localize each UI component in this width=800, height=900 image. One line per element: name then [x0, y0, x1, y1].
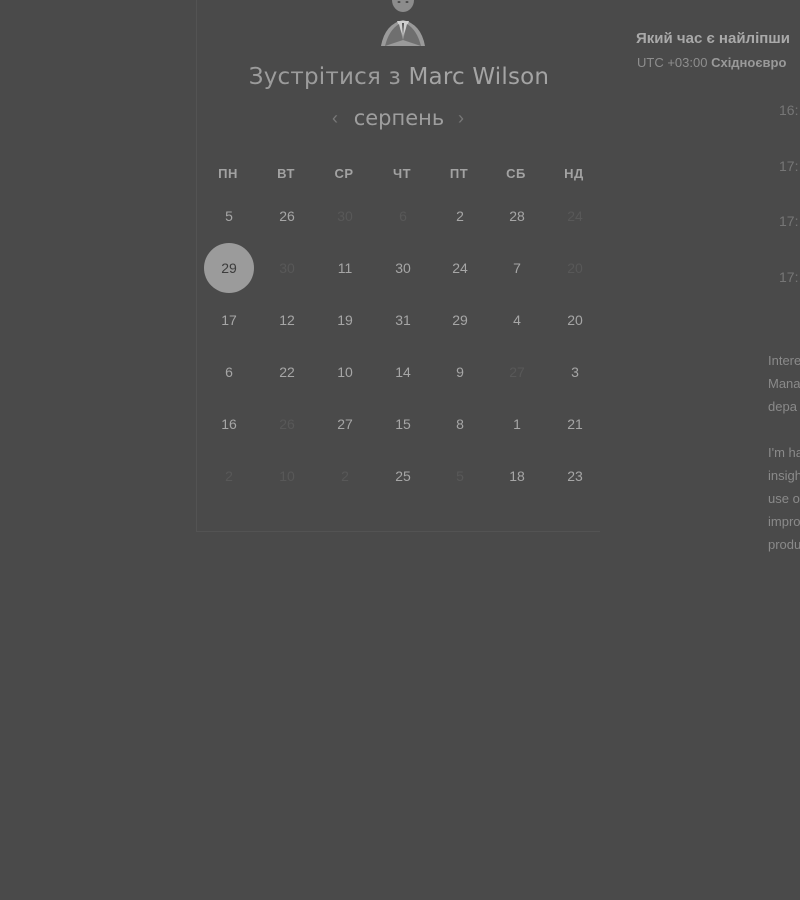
- calendar-day[interactable]: 22: [262, 347, 312, 397]
- timezone-label[interactable]: UTC +03:00 Східноєвро: [637, 55, 786, 70]
- description-line: insigh: [768, 468, 800, 483]
- calendar-day[interactable]: 29: [435, 295, 485, 345]
- time-slot-button[interactable]: 17:: [779, 158, 798, 174]
- calendar-day[interactable]: 15: [378, 399, 428, 449]
- calendar-day[interactable]: 19: [320, 295, 370, 345]
- description-line: produ: [768, 537, 800, 552]
- calendar-day[interactable]: 4: [492, 295, 542, 345]
- calendar-day[interactable]: 18: [492, 451, 542, 501]
- calendar-day[interactable]: 17: [204, 295, 254, 345]
- time-slot-button[interactable]: 17:: [779, 269, 798, 285]
- calendar-day[interactable]: 3: [550, 347, 600, 397]
- calendar-day[interactable]: 5: [204, 191, 254, 241]
- calendar-day: 2: [341, 468, 349, 484]
- calendar-day: 5: [456, 468, 464, 484]
- description-line: Mana: [768, 376, 800, 391]
- calendar-day-selected[interactable]: 29: [204, 243, 254, 293]
- calendar-day: 26: [279, 416, 295, 432]
- calendar-day: 20: [567, 260, 583, 276]
- calendar-day[interactable]: 24: [435, 243, 485, 293]
- calendar-day: 30: [337, 208, 353, 224]
- calendar-grid: 5 26 30 6 2 28 24 29 30 11 30 24 7 20 17 12 19 31 29 4 20 6 22…: [197, 0, 601, 532]
- time-slot-button[interactable]: 16:: [779, 102, 798, 118]
- time-picker-title: Який час є найліпши: [636, 30, 791, 47]
- calendar-day[interactable]: 20: [550, 295, 600, 345]
- calendar-day[interactable]: 7: [492, 243, 542, 293]
- calendar-day[interactable]: 21: [550, 399, 600, 449]
- calendar-day[interactable]: 16: [204, 399, 254, 449]
- timezone-name: Східноєвро: [711, 55, 787, 70]
- description-line: I'm ha: [768, 445, 800, 460]
- calendar-day[interactable]: 1: [492, 399, 542, 449]
- calendar-day[interactable]: 27: [320, 399, 370, 449]
- calendar-day[interactable]: 23: [550, 451, 600, 501]
- calendar-day[interactable]: 11: [320, 243, 370, 293]
- time-slot-button[interactable]: 17:: [779, 213, 798, 229]
- calendar-day: 24: [567, 208, 583, 224]
- calendar-day: 2: [225, 468, 233, 484]
- calendar-card: Зустрітися з Marc Wilson ‹ серпень › ПН В…: [196, 0, 600, 532]
- description-line: depa: [768, 399, 797, 414]
- calendar-day: 6: [399, 208, 407, 224]
- description-line: Intere: [768, 353, 800, 368]
- calendar-day: 10: [279, 468, 295, 484]
- calendar-day[interactable]: 8: [435, 399, 485, 449]
- calendar-day[interactable]: 10: [320, 347, 370, 397]
- calendar-day[interactable]: 30: [378, 243, 428, 293]
- calendar-day[interactable]: 28: [492, 191, 542, 241]
- calendar-day: 27: [509, 364, 525, 380]
- calendar-day[interactable]: 31: [378, 295, 428, 345]
- calendar-day[interactable]: 2: [435, 191, 485, 241]
- description-line: impro: [768, 514, 800, 529]
- calendar-day[interactable]: 26: [262, 191, 312, 241]
- calendar-day[interactable]: 12: [262, 295, 312, 345]
- calendar-day[interactable]: 9: [435, 347, 485, 397]
- calendar-day[interactable]: 25: [378, 451, 428, 501]
- booking-page: Зустрітися з Marc Wilson ‹ серпень › ПН В…: [0, 0, 800, 900]
- calendar-day[interactable]: 6: [204, 347, 254, 397]
- description-line: use o: [768, 491, 800, 506]
- timezone-offset: UTC +03:00: [637, 55, 708, 70]
- calendar-day[interactable]: 14: [378, 347, 428, 397]
- calendar-day: 30: [279, 260, 295, 276]
